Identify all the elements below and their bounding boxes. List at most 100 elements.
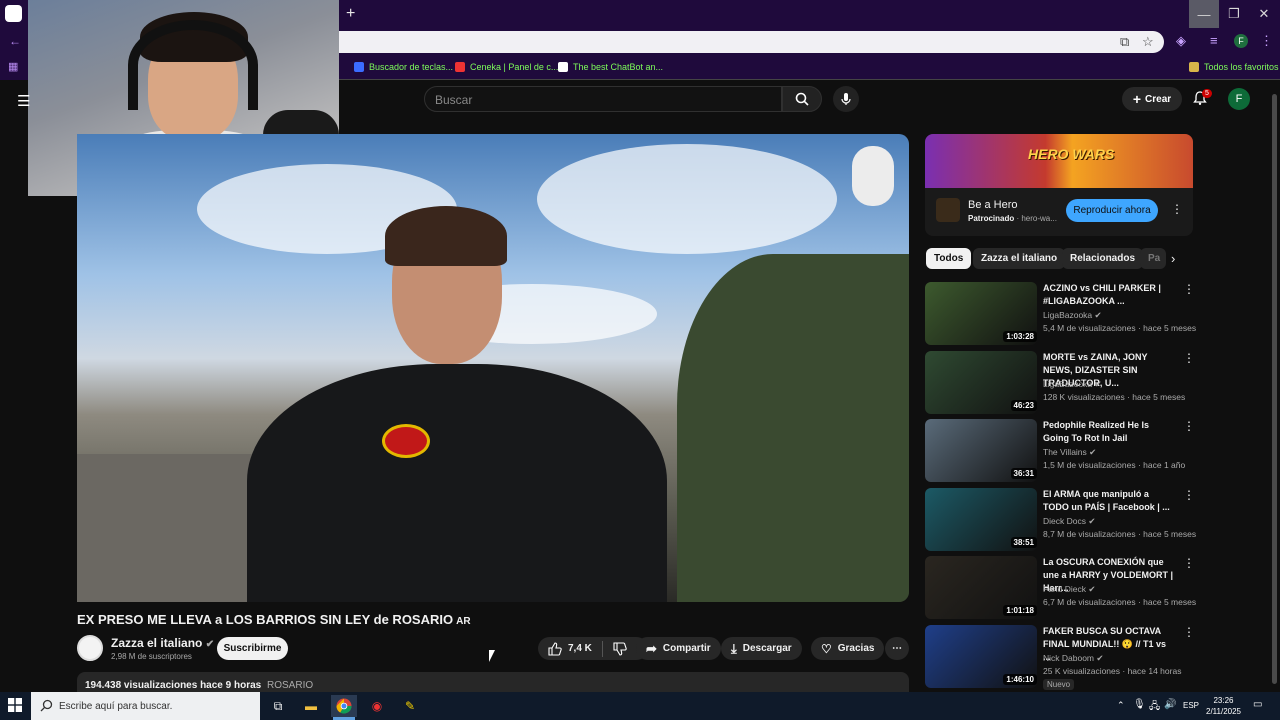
create-button[interactable]: + Crear	[1122, 87, 1182, 111]
recommendation-channel[interactable]: Farid Dieck ✔	[1043, 584, 1095, 595]
notification-center-icon[interactable]: ▭	[1253, 699, 1262, 710]
recommendation-channel[interactable]: The Villains ✔	[1043, 447, 1096, 458]
chip-all[interactable]: Todos	[926, 248, 972, 269]
task-view-icon[interactable]: ⧉	[265, 695, 291, 717]
windows-start-icon[interactable]	[8, 698, 22, 712]
video-duration: 1:46:10	[1003, 673, 1037, 685]
more-options-icon[interactable]: ⋮	[1183, 282, 1195, 296]
recommendation-item[interactable]: 1:03:28 ACZINO vs CHILI PARKER | #LIGABAZ…	[925, 282, 1196, 346]
recommendation-item[interactable]: 38:51 El ARMA que manipuló a TODO un PAÍS…	[925, 487, 1196, 552]
download-button[interactable]: ⤓ Descargar	[721, 637, 802, 660]
video-flag-patch	[382, 424, 430, 458]
all-bookmarks-label: Todos los favoritos	[1204, 62, 1279, 72]
apps-grid-icon[interactable]: ▦	[8, 60, 18, 73]
hashtag[interactable]: ROSARIO	[267, 680, 313, 691]
plus-icon: +	[1132, 91, 1142, 107]
tray-network-icon[interactable]: 🖧	[1149, 699, 1160, 716]
more-options-icon[interactable]: ⋮	[1183, 419, 1195, 433]
search-input[interactable]: Buscar	[424, 86, 782, 112]
chip-channel[interactable]: Zazza el italiano	[973, 248, 1066, 269]
video-thumbnail[interactable]: 36:31	[925, 419, 1037, 482]
tray-mic-icon[interactable]: 🎙	[1133, 699, 1146, 710]
window-minimize-button[interactable]: —	[1189, 0, 1219, 28]
chip-related[interactable]: Relacionados	[1062, 248, 1144, 269]
install-app-icon[interactable]: ⧉	[1120, 34, 1129, 50]
more-horizontal-icon: ⋯	[892, 643, 902, 654]
thumbs-down-icon[interactable]	[613, 641, 627, 656]
recommendation-channel[interactable]: Nick Daboom ✔	[1043, 653, 1104, 664]
obs-icon[interactable]: ◉	[364, 695, 390, 717]
more-options-icon[interactable]: ⋮	[1183, 351, 1195, 365]
bookmark-star-icon[interactable]: ☆	[1142, 34, 1154, 50]
more-options-icon[interactable]: ⋮	[1183, 625, 1195, 639]
recommendation-title[interactable]: Pedophile Realized He Is Going To Rot In…	[1043, 419, 1175, 445]
chip-partial[interactable]: Pa	[1140, 248, 1166, 269]
taskbar-clock[interactable]: 23:26 2/11/2025	[1206, 695, 1241, 717]
search-button[interactable]	[782, 86, 822, 112]
voice-search-button[interactable]	[833, 86, 859, 112]
bookmark-item[interactable]: The best ChatBot an...	[558, 62, 663, 72]
extensions-icon[interactable]: ◈	[1176, 33, 1186, 49]
recommendation-channel[interactable]: Dieck Docs ✔	[1043, 516, 1095, 527]
page-scrollbar[interactable]	[1270, 86, 1278, 692]
video-thumbnail[interactable]: 46:23	[925, 350, 1037, 414]
share-icon: ➦	[646, 640, 657, 656]
scrollbar-thumb[interactable]	[1272, 94, 1277, 684]
bookmark-item[interactable]: Buscador de teclas...	[354, 62, 453, 72]
video-player[interactable]	[77, 134, 909, 602]
verified-icon: ✔	[1094, 310, 1102, 320]
recommendation-item[interactable]: 1:46:10 FAKER BUSCA SU OCTAVA FINAL MUNDI…	[925, 624, 1195, 690]
recommendation-channel[interactable]: LigaBazooka ✔	[1043, 310, 1102, 321]
ad-play-now-button[interactable]: Reproducir ahora	[1066, 199, 1158, 222]
channel-name[interactable]: Zazza el italiano ✔	[111, 636, 214, 650]
window-restore-button[interactable]: ❐	[1219, 0, 1249, 28]
bookmark-item[interactable]: Ceneka | Panel de c...	[455, 62, 558, 72]
video-thumbnail[interactable]: 1:01:18	[925, 556, 1037, 619]
window-close-button[interactable]: ✕	[1249, 0, 1279, 28]
file-explorer-icon[interactable]: ▬	[298, 695, 324, 717]
more-actions-button[interactable]: ⋯	[885, 637, 909, 660]
new-tab-icon[interactable]: +	[346, 5, 355, 23]
more-options-icon[interactable]: ⋮	[1183, 556, 1195, 570]
recommendation-item[interactable]: 46:23 MORTE vs ZAINA, JONY NEWS, DIZASTER…	[925, 350, 1195, 415]
recommendation-item[interactable]: 36:31 Pedophile Realized He Is Going To R…	[925, 419, 1195, 483]
all-bookmarks-folder[interactable]: Todos los favoritos	[1189, 62, 1279, 72]
tray-chevron-icon[interactable]: ⌃	[1117, 700, 1125, 711]
browser-menu-icon[interactable]: ⋮	[1260, 33, 1273, 49]
tray-volume-icon[interactable]: 🔊	[1164, 699, 1176, 710]
recommendation-channel[interactable]: LigaBazooka ✔	[1043, 379, 1102, 390]
hamburger-menu-icon[interactable]: ☰	[17, 92, 30, 110]
channel-avatar[interactable]	[77, 635, 103, 661]
address-bar[interactable]: ⧉ ☆	[338, 31, 1164, 53]
like-button[interactable]: 7,4 K	[548, 641, 592, 656]
app-pinned-icon[interactable]: ✎	[397, 695, 423, 717]
thanks-button[interactable]: ♡ Gracias	[811, 637, 885, 660]
browser-profile-avatar[interactable]: F	[1234, 34, 1248, 48]
ad-title[interactable]: Be a Hero	[968, 199, 1018, 211]
ad-sponsored-line: Patrocinado · hero-wa...	[968, 214, 1057, 223]
account-avatar[interactable]: F	[1228, 88, 1250, 110]
upload-time: hace 9 horas	[200, 680, 262, 691]
recommendation-title[interactable]: El ARMA que manipuló a TODO un PAÍS | Fa…	[1043, 488, 1175, 514]
back-arrow-icon[interactable]: ←	[9, 34, 21, 48]
recommendation-title[interactable]: ACZINO vs CHILI PARKER | #LIGABAZOOKA ..…	[1043, 282, 1175, 308]
ad-more-icon[interactable]: ⋮	[1171, 202, 1183, 216]
bookmark-label: The best ChatBot an...	[573, 62, 664, 72]
reading-list-icon[interactable]: ≡	[1210, 33, 1218, 48]
chevron-right-icon[interactable]: ›	[1171, 251, 1175, 266]
video-thumbnail[interactable]: 38:51	[925, 487, 1037, 551]
browser-side-strip: ← ▦	[0, 0, 28, 80]
subscribe-button[interactable]: Suscribirme	[217, 637, 288, 660]
verified-icon: ✔	[1088, 515, 1096, 526]
bookmark-label: Buscador de teclas...	[369, 62, 454, 72]
taskbar-search-input[interactable]: Escribe aquí para buscar.	[31, 692, 260, 720]
video-duration: 1:03:28	[1003, 331, 1037, 342]
more-options-icon[interactable]: ⋮	[1183, 488, 1195, 502]
video-thumbnail[interactable]: 1:03:28	[925, 282, 1037, 345]
share-button[interactable]: ➦ Compartir	[636, 637, 721, 660]
tray-language[interactable]: ESP	[1183, 701, 1199, 710]
chrome-icon[interactable]	[331, 695, 357, 717]
ad-banner-image[interactable]: HERO WARS	[925, 134, 1193, 188]
video-thumbnail[interactable]: 1:46:10	[925, 624, 1037, 688]
recommendation-item[interactable]: 1:01:18 La OSCURA CONEXIÓN que une a HARR…	[925, 556, 1196, 620]
